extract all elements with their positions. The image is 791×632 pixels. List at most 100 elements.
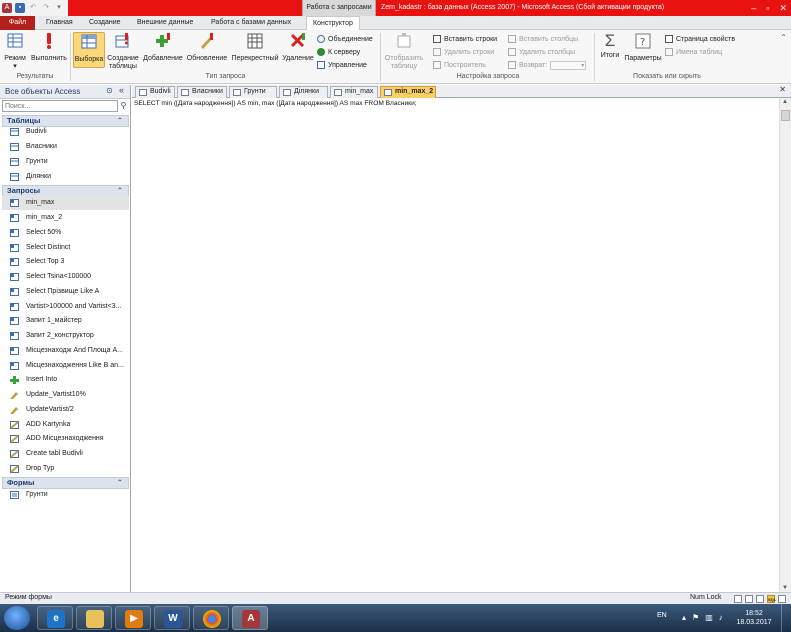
nav-item-query[interactable]: Select Top 3 <box>2 255 129 269</box>
redo-icon[interactable]: ↷ <box>41 3 51 13</box>
sql-text[interactable]: SELECT min ([Дата народження]) AS min, m… <box>134 100 417 107</box>
start-button[interactable] <box>4 606 30 630</box>
run-button[interactable]: Выполнить <box>30 32 68 63</box>
nav-item-table[interactable]: Власники <box>2 140 129 154</box>
show-table-button[interactable]: Отобразить таблицу <box>383 32 425 71</box>
insert-rows-button[interactable]: Вставить строки <box>433 33 497 45</box>
nav-item-query[interactable]: Запит 1_майстер <box>2 314 129 328</box>
nav-item-query[interactable]: Update_Vartist10% <box>2 388 129 402</box>
select-query-button[interactable]: Выборка <box>73 32 105 68</box>
nav-item-query[interactable]: min_max_2 <box>2 211 129 225</box>
sql-editor[interactable]: SELECT min ([Дата народження]) AS min, m… <box>132 98 779 592</box>
flag-icon[interactable]: ⚑ <box>692 613 699 622</box>
make-table-button[interactable]: Создание таблицы <box>106 32 140 71</box>
taskbar-word[interactable]: W <box>154 606 190 630</box>
close-document-icon[interactable]: ✕ <box>779 85 786 94</box>
volume-icon[interactable]: ♪ <box>719 613 723 622</box>
language-indicator[interactable]: EN <box>657 612 667 619</box>
nav-item-query[interactable]: Місцезнаходж And Площа A... <box>2 344 129 358</box>
access-app-icon[interactable]: A <box>2 3 12 13</box>
customize-qat-icon[interactable]: ▾ <box>54 3 64 13</box>
nav-item-query[interactable]: Select Прізвище Like A <box>2 285 129 299</box>
sql-view-icon[interactable]: SQL <box>767 595 776 603</box>
insert-columns-button[interactable]: Вставить столбцы <box>508 33 578 45</box>
append-button[interactable]: Добавление <box>142 32 184 63</box>
totals-button[interactable]: Σ Итоги <box>597 32 623 60</box>
doc-tab-vlasnyky[interactable]: Власники <box>177 86 227 98</box>
search-icon[interactable]: ⚲ <box>118 100 129 112</box>
view-button[interactable]: Режим ▾ <box>2 32 28 71</box>
clock[interactable]: 18:52 18.03.2017 <box>735 609 773 627</box>
nav-item-query[interactable]: Vartist>100000 and Vartist<3... <box>2 300 129 314</box>
doc-tab-grunty[interactable]: Грунти <box>229 86 277 98</box>
nav-item-query[interactable]: Запит 2_конструктор <box>2 329 129 343</box>
taskbar-access[interactable]: A <box>232 606 268 630</box>
scroll-down-icon[interactable]: ▼ <box>782 585 788 591</box>
tab-create[interactable]: Создание <box>83 16 127 30</box>
doc-tab-min-max-2[interactable]: min_max_2 <box>380 86 436 98</box>
parameters-button[interactable]: ? Параметры <box>624 32 662 63</box>
doc-tab-min-max[interactable]: min_max <box>330 86 378 98</box>
nav-item-query[interactable]: Select Tsina<100000 <box>2 270 129 284</box>
delete-columns-button[interactable]: Удалить столбцы <box>508 46 575 58</box>
tray-expand-icon[interactable]: ▴ <box>682 613 686 622</box>
nav-item-query[interactable]: Drop Typ <box>2 462 129 476</box>
tab-design[interactable]: Конструктор <box>306 16 360 31</box>
taskbar-media-player[interactable]: ▶ <box>115 606 151 630</box>
nav-item-query[interactable]: Create tabl Budivli <box>2 447 129 461</box>
nav-item-query[interactable]: UpdateVartist/2 <box>2 403 129 417</box>
crosstab-button[interactable]: Перекрестный <box>230 32 280 63</box>
section-title: Запросы <box>7 186 41 195</box>
doc-tab-dilyanky[interactable]: Ділянки <box>279 86 328 98</box>
nav-item-table[interactable]: Грунти <box>2 155 129 169</box>
maximize-icon[interactable]: ▫ <box>766 3 769 13</box>
taskbar-chrome[interactable] <box>193 606 229 630</box>
scroll-up-icon[interactable]: ▲ <box>782 99 788 105</box>
delete-query-button[interactable]: Удаление <box>281 32 315 63</box>
return-control[interactable]: Возврат: ▾ <box>508 59 587 71</box>
tab-file[interactable]: Файл <box>0 16 35 30</box>
nav-menu-icon[interactable]: ⊙ <box>106 86 113 95</box>
nav-item-table[interactable]: Ділянки <box>2 170 129 184</box>
tab-database-tools[interactable]: Работа с базами данных <box>205 16 297 30</box>
scroll-thumb[interactable] <box>781 110 790 121</box>
nav-item-form[interactable]: Грунти <box>2 488 129 502</box>
doc-tab-budivli[interactable]: Budivli <box>135 86 175 98</box>
taskbar-internet-explorer[interactable]: e <box>37 606 73 630</box>
vertical-scrollbar[interactable]: ▲ ▼ <box>779 98 791 592</box>
nav-item-query[interactable]: ADD Місцезнаходження <box>2 432 129 446</box>
union-button[interactable]: Объединение <box>317 33 373 45</box>
table-names-button[interactable]: Имена таблиц <box>665 46 722 58</box>
datasheet-view-icon[interactable] <box>734 595 742 603</box>
nav-item-table[interactable]: Budivli <box>2 125 129 139</box>
close-icon[interactable]: ✕ <box>779 3 787 14</box>
tab-home[interactable]: Главная <box>40 16 79 30</box>
nav-item-query[interactable]: Select Distinct <box>2 241 129 255</box>
pivot-table-view-icon[interactable] <box>745 595 753 603</box>
nav-item-query[interactable]: ADD Kartynka <box>2 418 129 432</box>
nav-item-query[interactable]: Select 50% <box>2 226 129 240</box>
network-icon[interactable]: ▥ <box>705 613 713 622</box>
nav-item-query[interactable]: Insert Into <box>2 373 129 387</box>
builder-button[interactable]: Построитель <box>433 59 486 71</box>
tab-external-data[interactable]: Внешние данные <box>131 16 199 30</box>
nav-item-query[interactable]: Місцезнаходження Like B an... <box>2 359 129 373</box>
minimize-icon[interactable]: – <box>751 3 756 13</box>
pass-through-button[interactable]: К серверу <box>317 46 360 58</box>
ribbon-minimize-icon[interactable]: ⌃ <box>780 33 787 42</box>
delete-rows-button[interactable]: Удалить строки <box>433 46 494 58</box>
nav-item-query[interactable]: min_max <box>2 196 129 210</box>
property-sheet-button[interactable]: Страница свойств <box>665 33 735 45</box>
save-icon[interactable]: ▪ <box>15 3 25 13</box>
collapse-pane-icon[interactable]: « <box>119 85 124 95</box>
show-desktop-button[interactable] <box>781 604 791 632</box>
nav-search-input[interactable] <box>2 100 118 112</box>
return-dropdown[interactable]: ▾ <box>550 60 587 70</box>
nav-header[interactable]: Все объекты Access ⊙ « <box>0 85 130 99</box>
pivot-chart-view-icon[interactable] <box>756 595 764 603</box>
data-definition-button[interactable]: Управление <box>317 59 367 71</box>
design-view-icon[interactable] <box>778 595 786 603</box>
update-button[interactable]: Обновление <box>186 32 228 63</box>
taskbar-explorer[interactable] <box>76 606 112 630</box>
undo-icon[interactable]: ↶ <box>28 3 38 13</box>
